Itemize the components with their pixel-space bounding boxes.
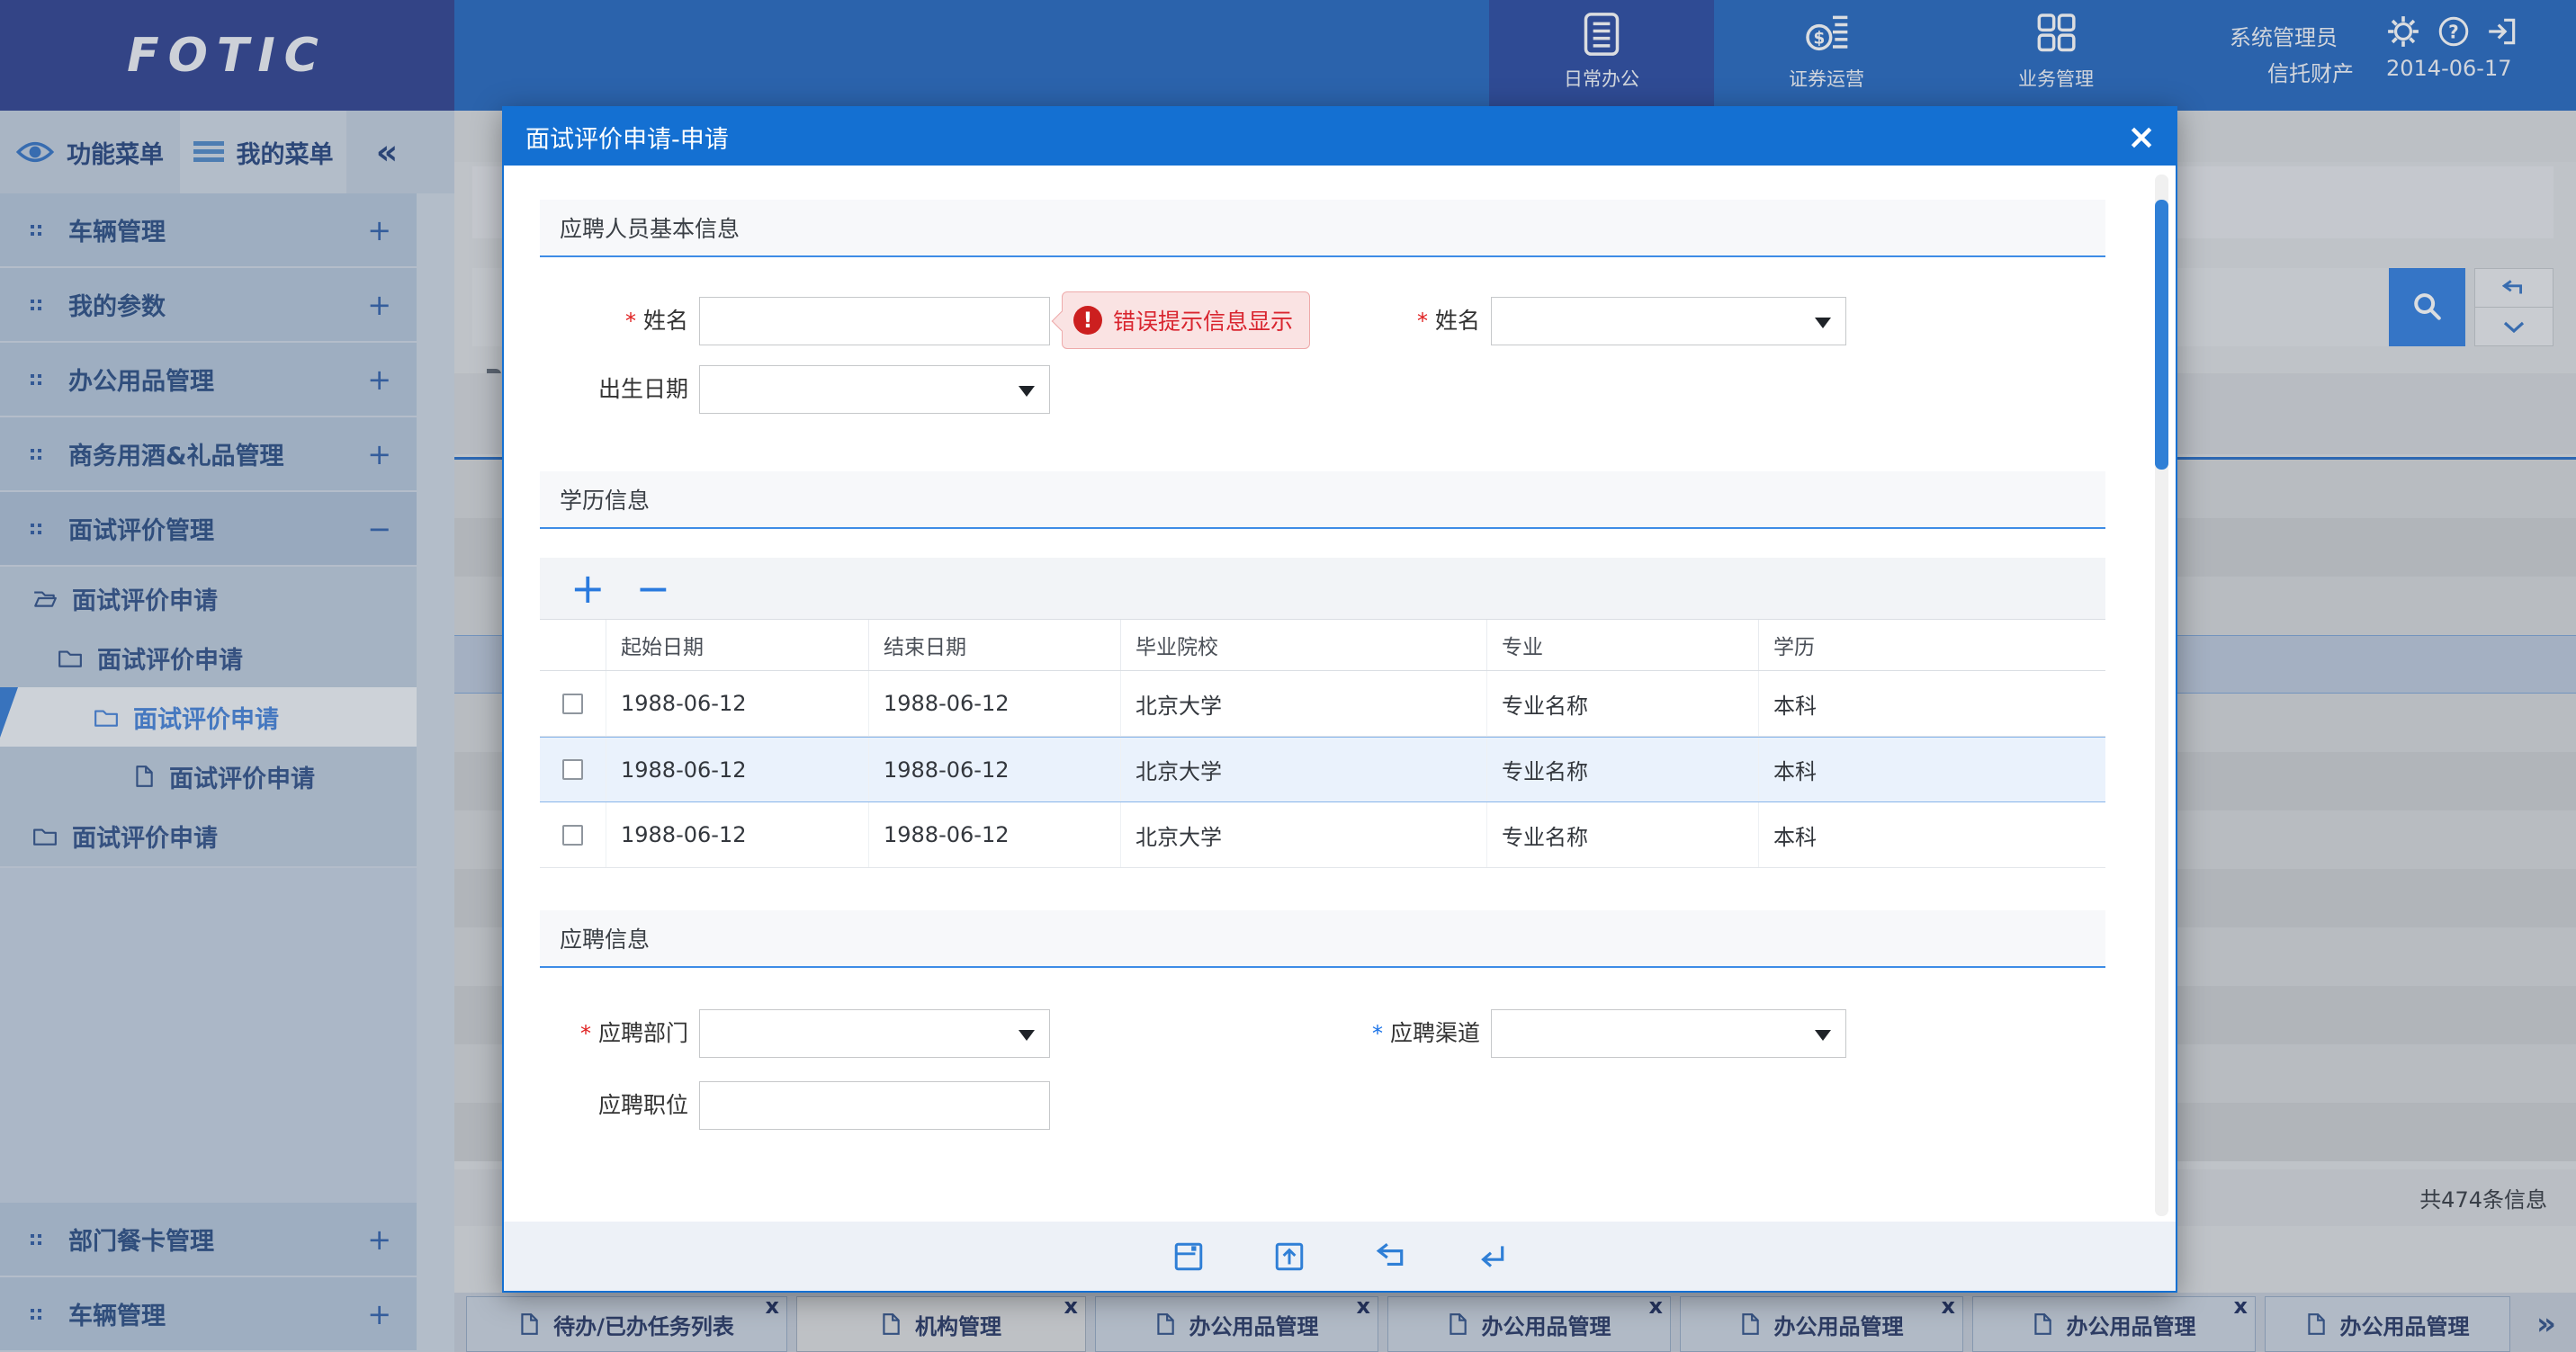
- apply-dept-select[interactable]: [699, 1009, 1050, 1058]
- column-header: 起始日期: [606, 620, 869, 670]
- birthdate-label: 出生日期: [504, 365, 688, 414]
- dropdown-caret-icon: [1815, 318, 1831, 328]
- scrollbar-thumb[interactable]: [2155, 200, 2168, 470]
- education-table: 起始日期 结束日期 毕业院校 专业 学历 1988-06-12 1988-06-…: [540, 619, 2105, 868]
- modal-close-button[interactable]: ×: [2127, 108, 2156, 166]
- required-mark: *: [580, 1021, 591, 1046]
- education-grid-toolbar: + −: [540, 558, 2105, 619]
- name-label-right: *姓名: [1296, 297, 1480, 345]
- apply-dept-label: *应聘部门: [504, 1009, 688, 1058]
- apply-channel-select[interactable]: [1491, 1009, 1846, 1058]
- error-tooltip: ! 错误提示信息显示: [1062, 291, 1310, 349]
- submit-upload-icon[interactable]: [1273, 1240, 1306, 1273]
- name-select[interactable]: [1491, 297, 1846, 345]
- interview-apply-modal: 面试评价申请-申请 × 应聘人员基本信息 *姓名 ! 错误提示信息显示 *姓名: [502, 106, 2177, 1293]
- table-header-row: 起始日期 结束日期 毕业院校 专业 学历: [540, 620, 2105, 671]
- section-education: 学历信息: [540, 471, 2105, 529]
- cell-school: 北京大学: [1121, 802, 1487, 867]
- row-checkbox[interactable]: [562, 759, 583, 780]
- required-mark: *: [625, 309, 636, 334]
- table-row[interactable]: 1988-06-12 1988-06-12 北京大学 专业名称 本科: [540, 671, 2105, 737]
- apply-position-label: 应聘职位: [504, 1081, 688, 1130]
- row-checkbox[interactable]: [562, 825, 583, 846]
- cell-degree: 本科: [1759, 802, 2105, 867]
- add-row-button[interactable]: +: [570, 568, 606, 609]
- checkbox-column-header: [540, 620, 606, 670]
- tooltip-arrow: [1052, 311, 1073, 332]
- section-title: 学历信息: [560, 483, 650, 515]
- modal-titlebar: 面试评价申请-申请 ×: [504, 108, 2176, 166]
- cell-major: 专业名称: [1487, 738, 1759, 801]
- column-header: 专业: [1487, 620, 1759, 670]
- modal-body: 应聘人员基本信息 *姓名 ! 错误提示信息显示 *姓名 出生日期: [504, 166, 2176, 1225]
- error-icon: !: [1073, 306, 1102, 335]
- cell-start-date: 1988-06-12: [606, 802, 869, 867]
- birthdate-select[interactable]: [699, 365, 1050, 414]
- remove-row-button[interactable]: −: [636, 568, 671, 609]
- cell-major: 专业名称: [1487, 671, 1759, 736]
- modal-footer: [504, 1222, 2176, 1291]
- cell-school: 北京大学: [1121, 671, 1487, 736]
- section-title: 应聘人员基本信息: [560, 211, 740, 244]
- cell-degree: 本科: [1759, 671, 2105, 736]
- error-text: 错误提示信息显示: [1113, 304, 1293, 336]
- cell-major: 专业名称: [1487, 802, 1759, 867]
- table-row[interactable]: 1988-06-12 1988-06-12 北京大学 专业名称 本科: [540, 802, 2105, 868]
- undo-back-icon[interactable]: [1374, 1240, 1406, 1273]
- required-mark: *: [1417, 309, 1428, 334]
- column-header: 结束日期: [869, 620, 1121, 670]
- column-header: 毕业院校: [1121, 620, 1487, 670]
- apply-channel-label: *应聘渠道: [1296, 1009, 1480, 1058]
- save-icon[interactable]: [1172, 1240, 1205, 1273]
- dropdown-caret-icon: [1019, 386, 1035, 397]
- cell-start-date: 1988-06-12: [606, 671, 869, 736]
- apply-position-input[interactable]: [699, 1081, 1050, 1130]
- section-title: 应聘信息: [560, 922, 650, 954]
- cell-end-date: 1988-06-12: [869, 738, 1121, 801]
- section-apply-info: 应聘信息: [540, 910, 2105, 968]
- required-mark-blue: *: [1372, 1021, 1383, 1046]
- cell-start-date: 1988-06-12: [606, 738, 869, 801]
- column-header: 学历: [1759, 620, 2105, 670]
- dropdown-caret-icon: [1815, 1030, 1831, 1041]
- modal-title: 面试评价申请-申请: [525, 120, 729, 155]
- screen: FOTIC 日常办公 $ 证券运营: [0, 0, 2576, 1352]
- cell-end-date: 1988-06-12: [869, 671, 1121, 736]
- table-row-selected[interactable]: 1988-06-12 1988-06-12 北京大学 专业名称 本科: [540, 737, 2105, 802]
- enter-return-icon[interactable]: [1475, 1240, 1507, 1273]
- cell-school: 北京大学: [1121, 738, 1487, 801]
- row-checkbox[interactable]: [562, 694, 583, 714]
- name-label-left: *姓名: [504, 297, 688, 345]
- name-input[interactable]: [699, 297, 1050, 345]
- modal-scrollbar[interactable]: [2155, 175, 2168, 1216]
- dropdown-caret-icon: [1019, 1030, 1035, 1041]
- section-basic-info: 应聘人员基本信息: [540, 200, 2105, 257]
- cell-degree: 本科: [1759, 738, 2105, 801]
- cell-end-date: 1988-06-12: [869, 802, 1121, 867]
